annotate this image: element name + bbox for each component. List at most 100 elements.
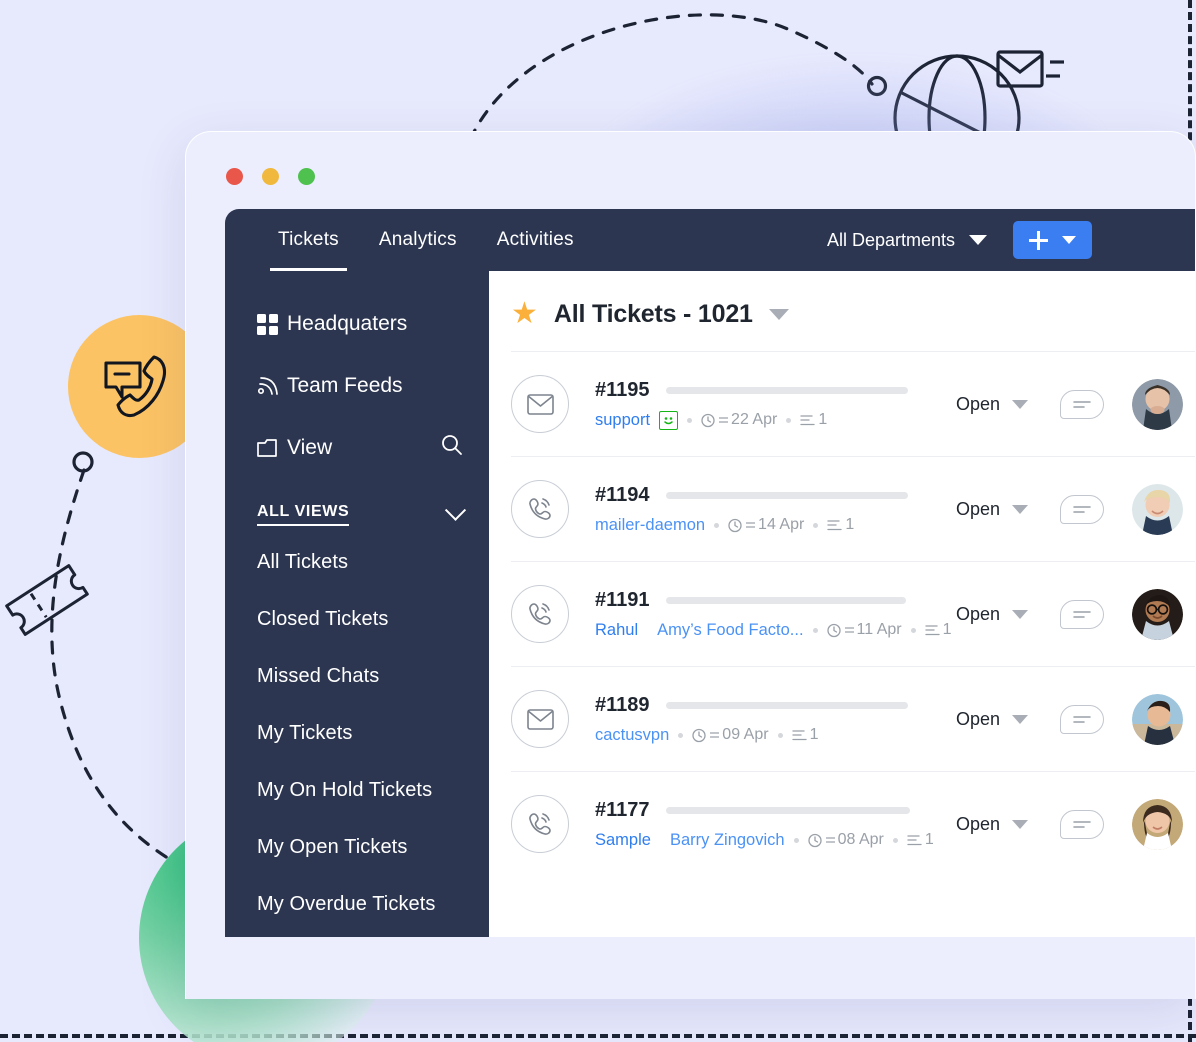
minimize-window-button[interactable] [262, 168, 279, 185]
ticket-thread-count: 1 [791, 726, 819, 744]
phone-chat-icon [104, 355, 167, 418]
subject-placeholder-bar [665, 701, 908, 709]
chevron-down-icon [1062, 236, 1076, 244]
status-label: Open [956, 603, 1001, 624]
ticket-info: #1189 cactusvpn 09 Apr 1 [595, 694, 956, 745]
department-selector[interactable]: All Departments [827, 230, 987, 251]
avatar[interactable] [1132, 378, 1183, 430]
status-dropdown[interactable]: Open [956, 604, 1060, 625]
sidebar-item-view[interactable]: View [225, 417, 489, 479]
ticket-requester-link[interactable]: Sample [595, 831, 651, 850]
status-dropdown[interactable]: Open [956, 394, 1060, 415]
all-views-section-toggle[interactable]: ALL VIEWS [257, 499, 467, 526]
views-list: All Tickets Closed Tickets Missed Chats … [225, 534, 489, 933]
sidebar-view-missed-chats[interactable]: Missed Chats [225, 648, 489, 705]
sidebar-view-my-on-hold-tickets[interactable]: My On Hold Tickets [225, 762, 489, 819]
maximize-window-button[interactable] [298, 168, 315, 185]
ticket-id: #1189 [595, 693, 650, 716]
table-row[interactable]: #1191 Rahul Amy’s Food Facto... 11 Apr 1… [511, 561, 1195, 666]
comment-icon[interactable] [1060, 389, 1104, 419]
ticket-thread-count: 1 [827, 516, 854, 534]
comment-icon[interactable] [1060, 599, 1104, 629]
comment-icon[interactable] [1060, 704, 1104, 734]
phone-icon [511, 480, 569, 538]
ticket-requester-link[interactable]: Rahul [595, 621, 638, 640]
thread-icon [907, 834, 922, 845]
sidebar-item-headquaters[interactable]: Headquaters [225, 293, 489, 355]
ticket-requester-link[interactable]: mailer-daemon [595, 516, 705, 535]
tab-activities[interactable]: Activities [477, 209, 594, 271]
avatar[interactable] [1132, 588, 1183, 640]
comment-icon[interactable] [1060, 809, 1104, 839]
tab-analytics-label: Analytics [378, 229, 457, 250]
happy-rating-icon [659, 410, 679, 430]
ticket-info: #1194 mailer-daemon 14 Apr 1 [595, 484, 956, 535]
sidebar-item-team-feeds[interactable]: Team Feeds [225, 355, 489, 417]
table-row[interactable]: #1195 support 22 Apr 1 Open [511, 351, 1195, 456]
ticket-contact-link[interactable]: Barry Zingovich [670, 831, 785, 850]
sidebar-view-all-tickets[interactable]: All Tickets [225, 534, 489, 591]
status-label: Open [956, 708, 1001, 729]
sidebar-view-my-overdue-tickets[interactable]: My Overdue Tickets [225, 876, 489, 933]
chevron-down-icon [444, 499, 467, 521]
meta-separator [786, 417, 792, 423]
status-dropdown[interactable]: Open [956, 499, 1060, 520]
meta-separator [812, 627, 818, 633]
ticket-id: #1191 [595, 588, 650, 611]
sidebar-view-closed-tickets[interactable]: Closed Tickets [225, 591, 489, 648]
ticket-date: 09 Apr [692, 726, 769, 744]
thread-count-label: 1 [809, 726, 819, 743]
ticket-date-label: 09 Apr [722, 726, 769, 743]
tab-analytics[interactable]: Analytics [359, 209, 477, 271]
nav-tabs: Tickets Analytics Activities [258, 209, 594, 271]
thread-count-label: 1 [845, 516, 855, 533]
lines-icon [746, 521, 756, 528]
sidebar-view-my-open-tickets[interactable]: My Open Tickets [225, 819, 489, 876]
meta-separator [678, 732, 684, 738]
envelope-icon [511, 375, 569, 433]
subject-placeholder-bar [665, 491, 908, 499]
sidebar-item-view-label: View [287, 436, 333, 459]
ticket-account-link[interactable]: Amy’s Food Facto... [657, 621, 803, 640]
star-icon[interactable]: ★ [511, 299, 538, 329]
status-dropdown[interactable]: Open [956, 709, 1060, 730]
status-label: Open [956, 813, 1001, 834]
avatar[interactable] [1132, 693, 1183, 745]
search-icon[interactable] [441, 434, 463, 462]
list-view-dropdown-icon[interactable] [768, 308, 789, 320]
envelope-icon [511, 690, 569, 748]
ticket-thread-count: 1 [800, 411, 827, 429]
ticket-date-label: 11 Apr [856, 621, 902, 638]
app-window: Tickets Analytics Activities All Departm… [185, 131, 1196, 999]
sidebar-view-my-tickets[interactable]: My Tickets [225, 705, 489, 762]
all-views-label: ALL VIEWS [257, 503, 350, 526]
add-button[interactable] [1013, 221, 1092, 259]
phone-icon [511, 585, 569, 643]
avatar[interactable] [1132, 483, 1183, 535]
table-row[interactable]: #1194 mailer-daemon 14 Apr 1 Open [511, 456, 1195, 561]
phone-icon [511, 795, 569, 853]
ticket-requester-link[interactable]: cactusvpn [595, 726, 669, 745]
folder-icon [257, 438, 287, 458]
subject-placeholder-bar [665, 806, 910, 814]
ticket-date: 14 Apr [728, 516, 804, 534]
chevron-down-icon [1012, 609, 1029, 619]
tab-tickets[interactable]: Tickets [258, 209, 359, 271]
ticket-info: #1177 Sample Barry Zingovich 08 Apr 1 [595, 799, 956, 850]
ticket-requester-link[interactable]: support [595, 411, 650, 430]
ticket-date-label: 08 Apr [837, 831, 884, 848]
subject-placeholder-bar [665, 386, 908, 394]
table-row[interactable]: #1177 Sample Barry Zingovich 08 Apr 1 Op… [511, 771, 1195, 876]
thread-count-label: 1 [942, 621, 952, 638]
status-dropdown[interactable]: Open [956, 814, 1060, 835]
comment-icon[interactable] [1060, 494, 1104, 524]
page-title: All Tickets - 1021 [553, 299, 753, 328]
table-row[interactable]: #1189 cactusvpn 09 Apr 1 Open [511, 666, 1195, 771]
ticket-date: 22 Apr [701, 411, 777, 429]
nav-right-controls: All Departments [827, 221, 1195, 259]
close-window-button[interactable] [226, 168, 243, 185]
thread-icon [791, 729, 807, 740]
clock-icon [701, 413, 715, 427]
ticket-date-label: 14 Apr [758, 516, 805, 533]
avatar[interactable] [1132, 798, 1183, 850]
